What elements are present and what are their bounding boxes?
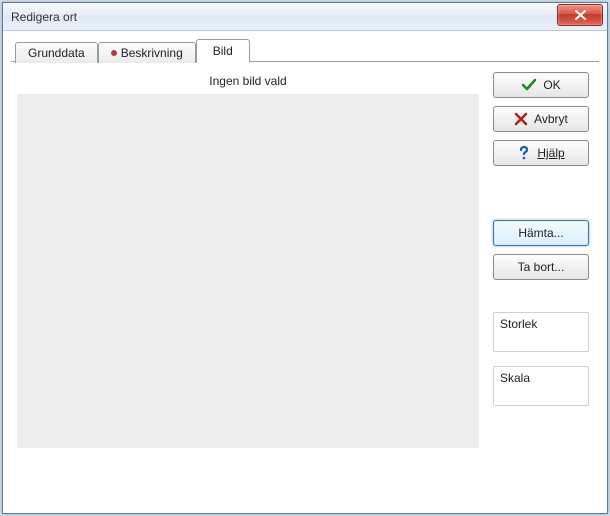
tabstrip: Grunddata Beskrivning Bild — [15, 40, 599, 62]
ok-button[interactable]: OK — [493, 72, 589, 98]
image-preview — [17, 94, 479, 448]
tab-grunddata[interactable]: Grunddata — [15, 42, 98, 63]
question-icon — [517, 145, 531, 161]
edit-location-dialog: Redigera ort Grunddata Beskrivning Bild … — [2, 2, 608, 514]
button-label: Hämta... — [518, 226, 563, 240]
tab-label: Grunddata — [28, 46, 85, 60]
client-area: Grunddata Beskrivning Bild Ingen bild va… — [3, 31, 607, 513]
button-label: OK — [543, 78, 560, 92]
size-field: Storlek — [493, 312, 589, 352]
cancel-button[interactable]: Avbryt — [493, 106, 589, 132]
modified-dot-icon — [111, 50, 117, 56]
close-icon — [575, 10, 586, 20]
button-label: Hjälp — [537, 146, 564, 160]
cross-icon — [514, 112, 528, 126]
scale-label: Skala — [500, 371, 530, 385]
help-button[interactable]: Hjälp — [493, 140, 589, 166]
button-label: Ta bort... — [518, 260, 565, 274]
close-button[interactable] — [557, 4, 603, 26]
remove-button[interactable]: Ta bort... — [493, 254, 589, 280]
button-label: Avbryt — [534, 112, 568, 126]
tab-beskrivning[interactable]: Beskrivning — [98, 42, 196, 63]
tab-label: Beskrivning — [121, 46, 183, 60]
size-label: Storlek — [500, 317, 537, 331]
scale-field: Skala — [493, 366, 589, 406]
tab-bild[interactable]: Bild — [196, 39, 250, 63]
check-icon — [521, 78, 537, 92]
no-image-label: Ingen bild vald — [17, 74, 479, 88]
titlebar: Redigera ort — [3, 3, 607, 31]
tab-label: Bild — [213, 44, 233, 58]
fetch-button[interactable]: Hämta... — [493, 220, 589, 246]
window-title: Redigera ort — [11, 10, 77, 24]
